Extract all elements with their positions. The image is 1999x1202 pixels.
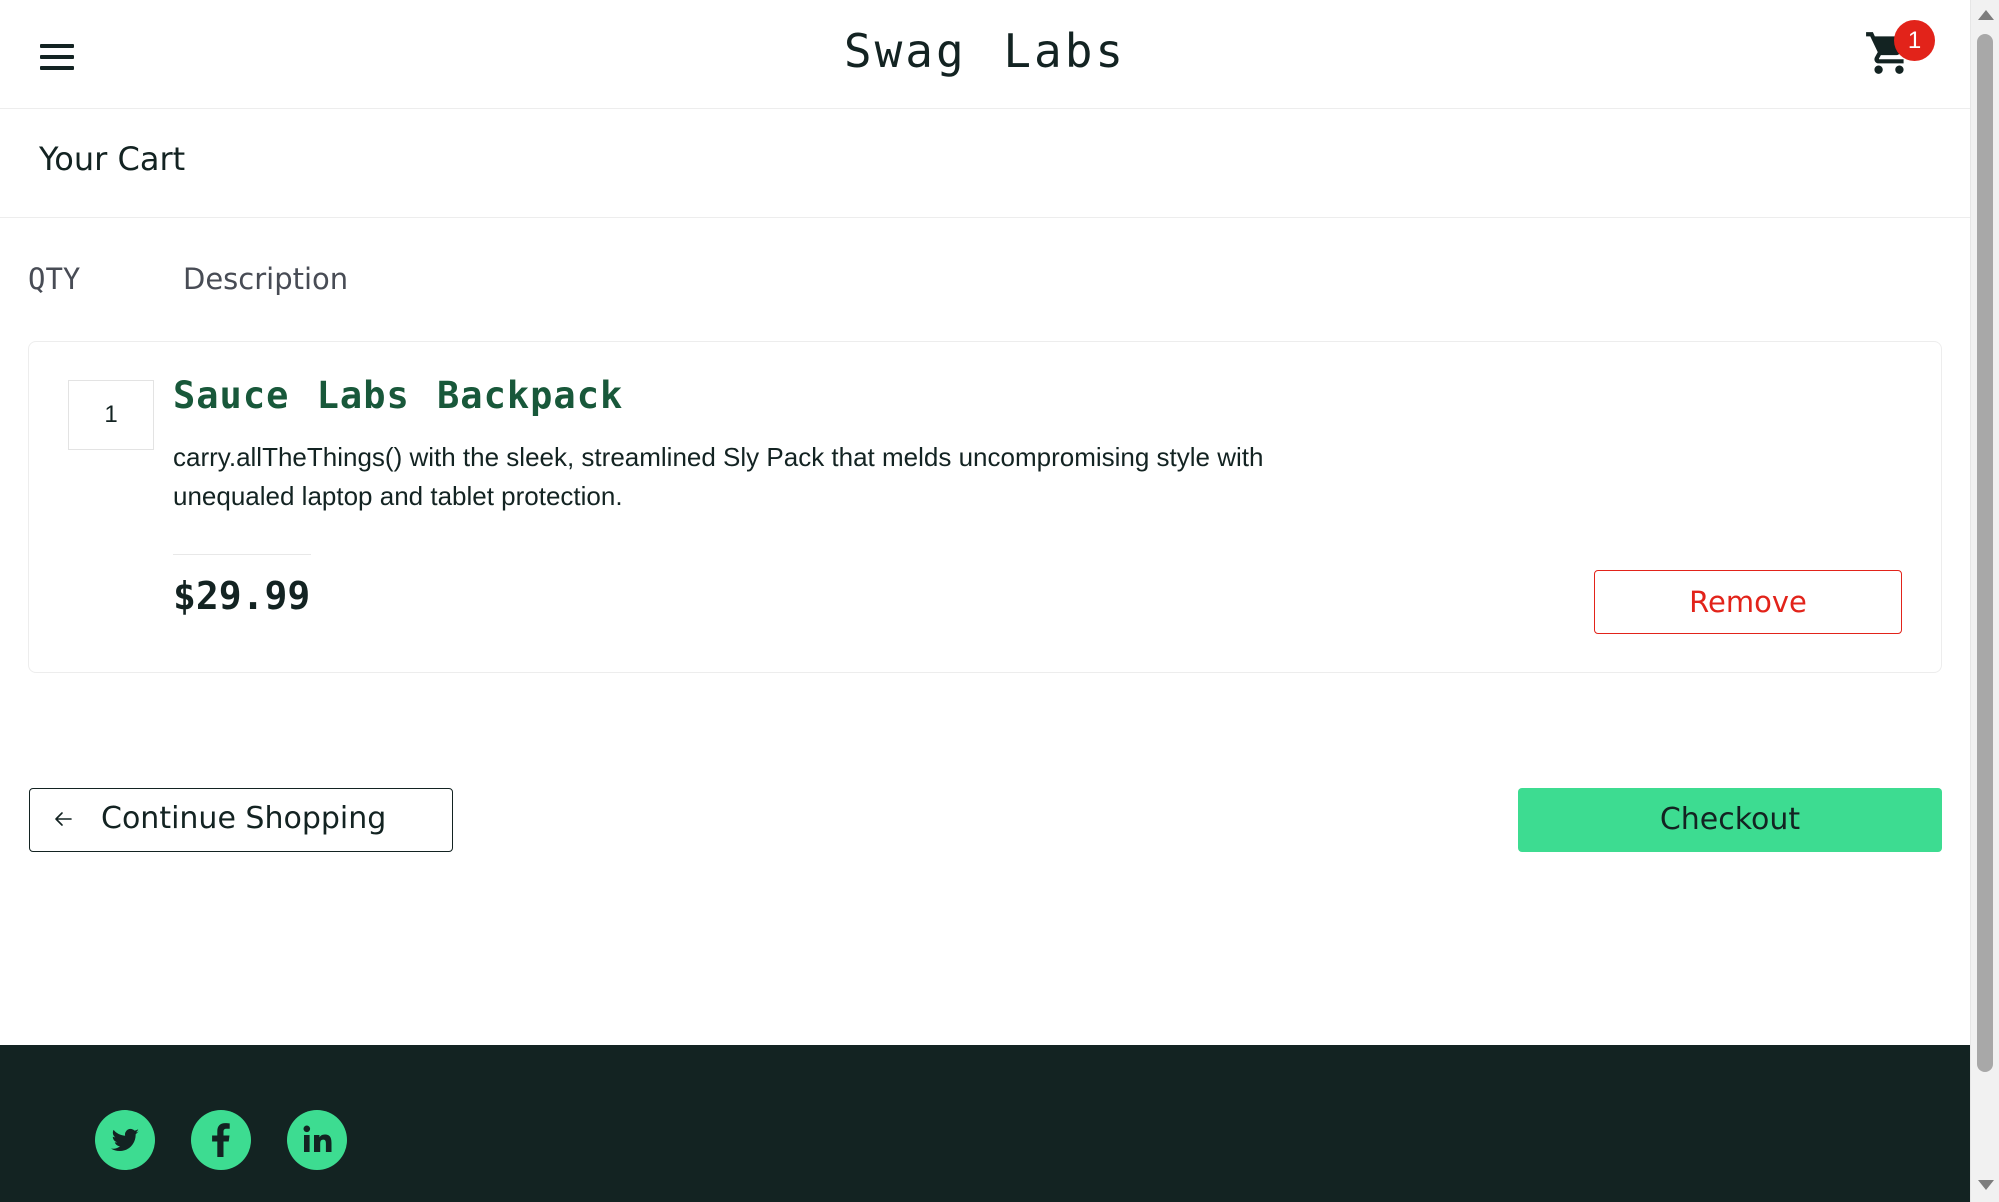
item-name-link[interactable]: Sauce Labs Backpack <box>173 374 623 417</box>
shopping-cart-link[interactable]: 1 <box>1858 20 1938 84</box>
scroll-down-arrow-icon[interactable] <box>1978 1180 1994 1190</box>
facebook-link[interactable] <box>191 1110 251 1170</box>
page-footer <box>0 1045 1970 1202</box>
item-price: $29.99 <box>173 574 311 618</box>
cart-badge: 1 <box>1894 20 1935 61</box>
facebook-icon <box>212 1123 230 1157</box>
cart-item: 1 Sauce Labs Backpack carry.allTheThings… <box>28 341 1942 673</box>
vertical-scrollbar[interactable] <box>1970 0 1999 1202</box>
app-logo: Swag Labs <box>843 24 1127 78</box>
primary-header: Swag Labs 1 <box>0 0 1970 109</box>
linkedin-icon <box>303 1125 332 1152</box>
description-column-label: Description <box>183 262 349 296</box>
scroll-up-arrow-icon[interactable] <box>1978 10 1994 20</box>
continue-shopping-label: Continue Shopping <box>101 801 387 836</box>
remove-button[interactable]: Remove <box>1594 570 1902 634</box>
arrow-left-icon <box>55 812 72 826</box>
checkout-button[interactable]: Checkout <box>1518 788 1942 852</box>
item-description: carry.allTheThings() with the sleek, str… <box>173 442 1264 511</box>
page-title: Your Cart <box>39 140 186 178</box>
continue-shopping-button[interactable]: Continue Shopping <box>29 788 453 852</box>
twitter-icon <box>111 1128 139 1151</box>
qty-column-label: QTY <box>28 262 81 296</box>
item-quantity: 1 <box>68 380 154 450</box>
twitter-link[interactable] <box>95 1110 155 1170</box>
app-viewport: Swag Labs 1 Your Cart QTY Description 1 … <box>0 0 1970 1202</box>
linkedin-link[interactable] <box>287 1110 347 1170</box>
price-divider <box>173 554 311 555</box>
scrollbar-thumb[interactable] <box>1977 34 1993 1072</box>
secondary-header: Your Cart <box>0 110 1970 218</box>
